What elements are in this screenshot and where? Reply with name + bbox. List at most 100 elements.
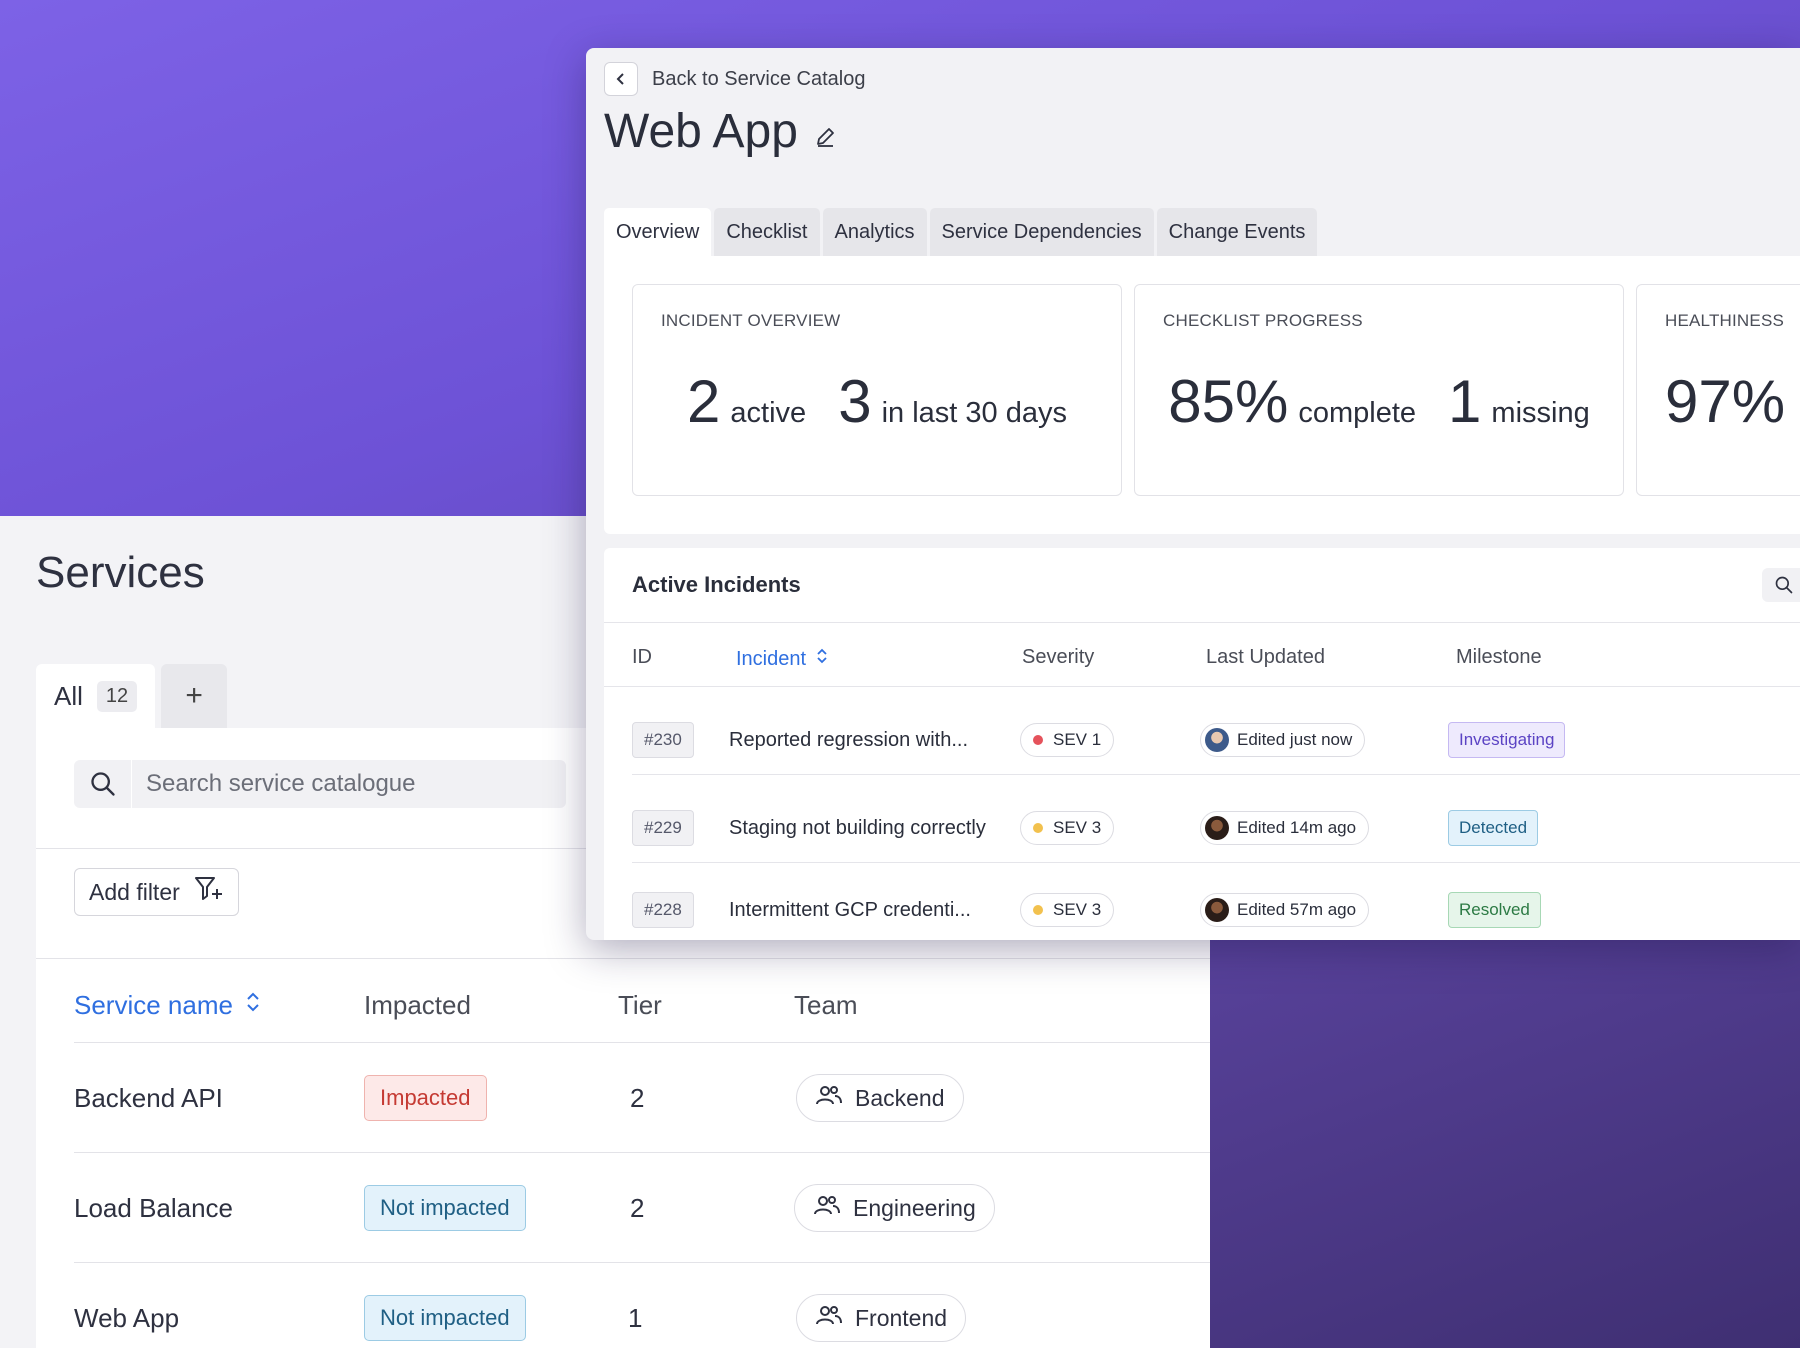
last-updated-label: Edited 14m ago	[1237, 818, 1357, 837]
tab-all[interactable]: All 12	[36, 664, 156, 728]
severity-dot-icon	[1033, 735, 1043, 745]
status-badge: Not impacted	[364, 1185, 526, 1231]
incident-name: Reported regression with...	[729, 728, 969, 751]
plus-icon: +	[185, 679, 203, 712]
severity-pill: SEV 1	[1020, 723, 1115, 757]
severity-label: SEV 3	[1053, 900, 1102, 919]
page-title: Web App	[604, 105, 798, 158]
incident-name: Staging not building correctly	[729, 816, 986, 839]
overview-card: INCIDENT OVERVIEW 2 active 3 in last 30 …	[604, 256, 1800, 534]
team-label: Engineering	[853, 1194, 976, 1221]
incident-search-button[interactable]	[1762, 568, 1800, 602]
column-last-updated: Last Updated	[1206, 646, 1325, 668]
column-service-name[interactable]: Service name	[74, 990, 261, 1021]
divider	[36, 958, 1210, 959]
incidents-title: Active Incidents	[632, 572, 801, 597]
incident-name: Intermittent GCP credenti...	[729, 898, 971, 921]
tab-analytics[interactable]: Analytics	[822, 208, 927, 256]
webapp-tabs: Overview Checklist Analytics Service Dep…	[604, 208, 1318, 256]
tab-all-count: 12	[96, 680, 138, 712]
table-row[interactable]: Web App Not impacted 1 Frontend	[74, 1262, 1210, 1348]
stat-values: 2 active 3 in last 30 days	[633, 367, 1121, 436]
services-tabs: All 12 +	[36, 664, 228, 728]
team-pill[interactable]: Frontend	[796, 1294, 967, 1342]
divider	[632, 862, 1800, 863]
filter-plus-icon	[194, 875, 224, 909]
chevron-left-icon	[616, 73, 624, 85]
team-icon	[815, 1083, 843, 1113]
healthiness-card: HEALTHINESS 97%	[1636, 284, 1800, 496]
last-updated-pill: Edited 57m ago	[1200, 893, 1370, 927]
stat-label: INCIDENT OVERVIEW	[661, 311, 841, 330]
column-milestone: Milestone	[1456, 646, 1542, 668]
stat-values: 85% complete 1 missing	[1135, 367, 1623, 436]
tab-checklist[interactable]: Checklist	[714, 208, 820, 256]
severity-dot-icon	[1033, 823, 1043, 833]
tab-change-events[interactable]: Change Events	[1156, 208, 1318, 256]
tab-all-label: All	[54, 680, 83, 711]
search-icon	[74, 760, 132, 808]
last-updated-pill: Edited just now	[1200, 723, 1366, 757]
sort-icon	[816, 646, 828, 672]
incident-row[interactable]: #228 Intermittent GCP credenti... SEV 3 …	[632, 870, 1800, 940]
search-icon	[1775, 576, 1793, 594]
back-link[interactable]: Back to Service Catalog	[652, 68, 865, 91]
severity-dot-icon	[1033, 905, 1043, 915]
avatar	[1205, 816, 1229, 840]
column-team: Team	[794, 990, 858, 1020]
severity-label: SEV 3	[1053, 818, 1102, 837]
stat-value: 85%	[1168, 368, 1289, 435]
back-button[interactable]	[604, 62, 638, 96]
milestone-badge: Resolved	[1448, 892, 1541, 928]
stat-label: CHECKLIST PROGRESS	[1163, 311, 1363, 330]
severity-pill: SEV 3	[1020, 811, 1115, 845]
status-badge: Not impacted	[364, 1295, 526, 1341]
column-incident-label: Incident	[736, 647, 807, 670]
stat-value: 1	[1448, 368, 1482, 435]
stat-unit: active	[730, 397, 807, 429]
service-name: Load Balance	[74, 1192, 234, 1223]
table-row[interactable]: Load Balance Not impacted 2 Engineering	[74, 1152, 1210, 1262]
pencil-icon[interactable]	[814, 126, 836, 153]
incident-overview-card: INCIDENT OVERVIEW 2 active 3 in last 30 …	[632, 284, 1122, 496]
add-filter-label: Add filter	[89, 878, 180, 905]
incident-row[interactable]: #229 Staging not building correctly SEV …	[632, 788, 1800, 868]
status-badge: Impacted	[364, 1075, 487, 1121]
last-updated-label: Edited 57m ago	[1237, 900, 1357, 919]
incident-id: #228	[632, 892, 694, 928]
checklist-progress-card: CHECKLIST PROGRESS 85% complete 1 missin…	[1134, 284, 1624, 496]
incident-id: #229	[632, 810, 694, 846]
tier-value: 1	[628, 1302, 643, 1333]
team-icon	[815, 1303, 843, 1333]
last-updated-pill: Edited 14m ago	[1200, 811, 1370, 845]
active-incidents-card: Active Incidents ID Incident Severity La…	[604, 548, 1800, 940]
incident-id: #230	[632, 722, 694, 758]
incident-row[interactable]: #230 Reported regression with... SEV 1 E…	[632, 700, 1800, 780]
team-pill[interactable]: Backend	[796, 1074, 964, 1122]
table-row[interactable]: Backend API Impacted 2 Backend	[74, 1042, 1210, 1152]
sort-icon	[245, 990, 261, 1021]
avatar	[1205, 898, 1229, 922]
divider	[604, 622, 1800, 623]
add-tab-button[interactable]: +	[161, 664, 228, 728]
tab-overview[interactable]: Overview	[604, 208, 712, 256]
team-pill[interactable]: Engineering	[794, 1184, 995, 1232]
team-icon	[813, 1193, 841, 1223]
stat-unit: missing	[1491, 397, 1590, 429]
webapp-panel: Back to Service Catalog Web App Overview…	[586, 48, 1800, 940]
stat-unit: in last 30 days	[881, 397, 1067, 429]
team-label: Backend	[855, 1084, 945, 1111]
column-id: ID	[632, 646, 652, 668]
tier-value: 2	[630, 1082, 645, 1113]
milestone-badge: Investigating	[1448, 722, 1566, 758]
column-incident[interactable]: Incident	[736, 646, 828, 672]
service-name: Backend API	[74, 1082, 223, 1113]
tab-service-dependencies[interactable]: Service Dependencies	[929, 208, 1154, 256]
tier-value: 2	[630, 1192, 645, 1223]
milestone-badge: Detected	[1448, 810, 1539, 846]
column-tier: Tier	[618, 990, 662, 1020]
stat-values: 97%	[1665, 367, 1800, 436]
search-box[interactable]	[74, 760, 566, 808]
search-input[interactable]	[132, 770, 552, 798]
add-filter-button[interactable]: Add filter	[74, 868, 239, 916]
